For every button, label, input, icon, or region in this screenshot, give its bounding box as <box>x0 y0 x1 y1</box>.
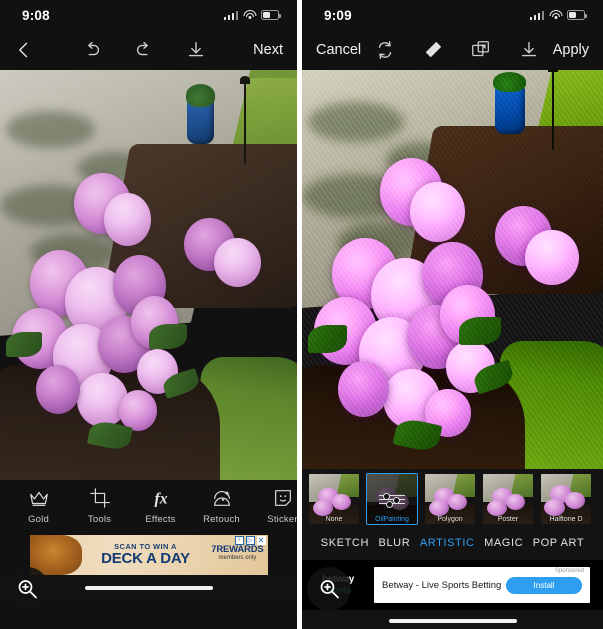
compare-arrows-icon[interactable] <box>374 39 396 61</box>
status-icons <box>529 10 587 20</box>
status-clock: 9:08 <box>22 7 50 23</box>
ad-card[interactable]: Sponsored Betway - Live Sports Betting I… <box>374 567 590 603</box>
left-phone-screen: 9:08 Next Gold Tools fx Effects Retouch … <box>0 0 297 629</box>
editor-tools-toolbar: Gold Tools fx Effects Retouch Sticker <box>0 480 297 532</box>
filter-thumbnail-strip[interactable]: None OilPainting Polygon Poster Halftone… <box>302 469 603 526</box>
download-icon[interactable] <box>518 39 540 61</box>
filter-category-tabs[interactable]: SKETCH BLUR ARTISTIC MAGIC POP ART <box>302 526 603 560</box>
filter-thumb-poster[interactable]: Poster <box>482 473 534 525</box>
photo-scene <box>0 70 297 480</box>
cellular-bars-icon <box>529 10 544 20</box>
tool-sticker[interactable]: Sticker <box>252 487 297 525</box>
ad-brand-name: 7REWARDS <box>211 543 264 555</box>
ad-title: Betway - Live Sports Betting <box>382 579 502 591</box>
burger-image <box>29 534 82 575</box>
next-button[interactable]: Next <box>253 42 283 58</box>
play-icon[interactable]: ▷ <box>245 535 255 545</box>
ad-line1: SCAN TO WIN A <box>114 541 177 551</box>
filter-thumb-polygon[interactable]: Polygon <box>424 473 476 525</box>
tab-artistic[interactable]: ARTISTIC <box>420 537 475 549</box>
tool-gold[interactable]: Gold <box>8 487 69 525</box>
zoom-in-icon <box>18 580 37 599</box>
crown-icon <box>28 487 50 509</box>
tool-label: Retouch <box>203 514 240 525</box>
ad-brand: 7REWARDS members only <box>211 544 263 561</box>
status-clock: 9:09 <box>324 7 352 23</box>
ad-content[interactable]: SCAN TO WIN A DECK A DAY 7REWARDS member… <box>29 534 268 575</box>
chevron-left-icon[interactable] <box>14 40 34 60</box>
wifi-icon <box>549 10 562 20</box>
wifi-icon <box>243 10 256 20</box>
face-retouch-icon <box>211 487 233 509</box>
tab-magic[interactable]: MAGIC <box>484 537 523 549</box>
zoom-in-icon <box>320 580 339 599</box>
tool-effects[interactable]: fx Effects <box>130 487 191 526</box>
status-bar: 9:08 <box>0 0 297 30</box>
filter-thumb-oilpainting[interactable]: OilPainting <box>366 473 418 525</box>
filter-controls <box>361 39 553 61</box>
status-icons <box>223 10 281 20</box>
editor-top-toolbar: Next <box>0 30 297 70</box>
filter-label: None <box>325 516 343 523</box>
dual-screenshot-container: 9:08 Next Gold Tools fx Effects Retouch … <box>0 0 603 629</box>
tool-label: Sticker <box>267 514 297 525</box>
filter-label: Poster <box>497 516 519 523</box>
tab-sketch[interactable]: SKETCH <box>321 537 369 549</box>
home-indicator-bar <box>302 610 603 629</box>
filter-label: Polygon <box>437 516 463 523</box>
left-ad-banner[interactable]: SCAN TO WIN A DECK A DAY 7REWARDS member… <box>0 532 297 577</box>
ad-badges[interactable]: i ▷ ✕ <box>234 535 266 545</box>
tab-popart[interactable]: POP ART <box>533 537 584 549</box>
tool-label: Effects <box>145 514 176 525</box>
svg-text:fx: fx <box>154 491 167 508</box>
filter-thumb-none[interactable]: None <box>308 473 360 525</box>
install-button[interactable]: Install <box>506 576 582 594</box>
photo-canvas-original[interactable] <box>0 70 297 480</box>
zoom-in-floating-button[interactable] <box>307 567 351 611</box>
redo-icon[interactable] <box>133 39 155 61</box>
apply-button[interactable]: Apply <box>553 42 589 58</box>
close-icon[interactable]: ✕ <box>256 535 266 545</box>
cancel-button[interactable]: Cancel <box>316 42 361 58</box>
battery-icon <box>261 10 281 20</box>
tab-blur[interactable]: BLUR <box>379 537 411 549</box>
sticker-icon <box>272 487 294 509</box>
crop-icon <box>89 487 111 509</box>
filter-label: Halftone D <box>549 516 583 523</box>
sponsored-label: Sponsored <box>554 568 584 574</box>
ad-brand-sub: members only <box>218 554 257 561</box>
download-icon[interactable] <box>185 39 207 61</box>
eraser-icon[interactable] <box>422 39 444 61</box>
mask-layers-icon[interactable] <box>470 39 492 61</box>
fx-icon: fx <box>150 487 172 509</box>
tool-label: Tools <box>87 514 112 525</box>
zoom-in-floating-button[interactable] <box>5 567 49 611</box>
undo-icon[interactable] <box>81 39 103 61</box>
photo-scene-oilpainting <box>302 70 603 469</box>
battery-icon <box>567 10 587 20</box>
tool-retouch[interactable]: Retouch <box>191 487 252 525</box>
cellular-bars-icon <box>223 10 238 20</box>
status-bar: 9:09 <box>302 0 603 30</box>
photo-canvas-filtered[interactable] <box>302 70 603 469</box>
right-phone-screen: 9:09 Cancel Apply None OilPainting Polyg… <box>302 0 603 629</box>
filter-top-toolbar: Cancel Apply <box>302 30 603 70</box>
history-controls <box>34 39 253 61</box>
filter-thumb-halftone[interactable]: Halftone D <box>540 473 592 525</box>
tool-label: Gold <box>28 514 49 525</box>
tool-tools[interactable]: Tools <box>69 487 130 525</box>
ad-line2: DECK A DAY <box>101 550 190 568</box>
filter-label: OilPainting <box>375 516 409 523</box>
info-icon[interactable]: i <box>234 535 244 545</box>
